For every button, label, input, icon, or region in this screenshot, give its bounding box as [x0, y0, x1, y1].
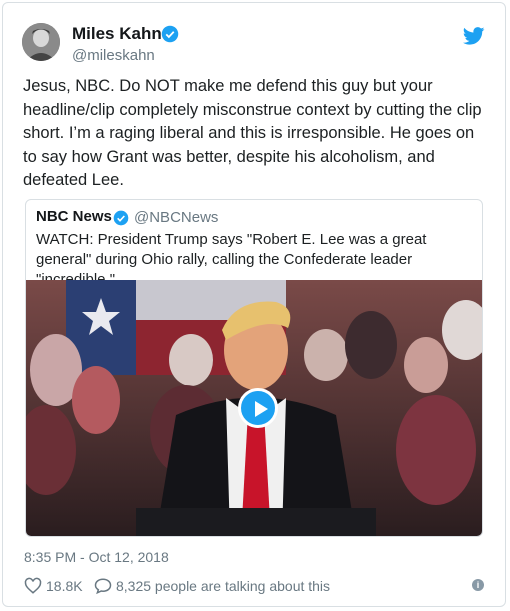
quoted-author-name[interactable]: NBC News — [36, 208, 112, 225]
avatar-image — [22, 23, 60, 61]
heart-icon[interactable] — [24, 577, 42, 595]
quoted-tweet[interactable]: NBC News @NBCNews WATCH: President Trump… — [25, 199, 483, 537]
twitter-bird-icon[interactable] — [463, 27, 485, 45]
verified-badge-icon — [113, 210, 129, 226]
author-handle[interactable]: @mileskahn — [72, 47, 155, 64]
like-count[interactable]: 18.8K — [46, 578, 83, 594]
tweet-timestamp[interactable]: 8:35 PM - Oct 12, 2018 — [24, 549, 169, 565]
info-icon[interactable]: i — [472, 579, 484, 591]
tweet-text: Jesus, NBC. Do NOT make me defend this g… — [23, 77, 482, 189]
conversation-link[interactable]: 8,325 people are talking about this — [116, 578, 330, 594]
video-thumbnail[interactable] — [26, 280, 482, 536]
author-avatar[interactable] — [22, 23, 60, 61]
play-icon[interactable] — [238, 388, 278, 428]
tweet-card: Miles Kahn @mileskahn Jesus, NBC. Do NOT… — [2, 2, 506, 607]
reply-bubble-icon[interactable] — [94, 577, 112, 595]
author-name[interactable]: Miles Kahn — [72, 24, 162, 44]
quoted-author-handle[interactable]: @NBCNews — [134, 209, 218, 226]
verified-badge-icon — [161, 25, 179, 43]
